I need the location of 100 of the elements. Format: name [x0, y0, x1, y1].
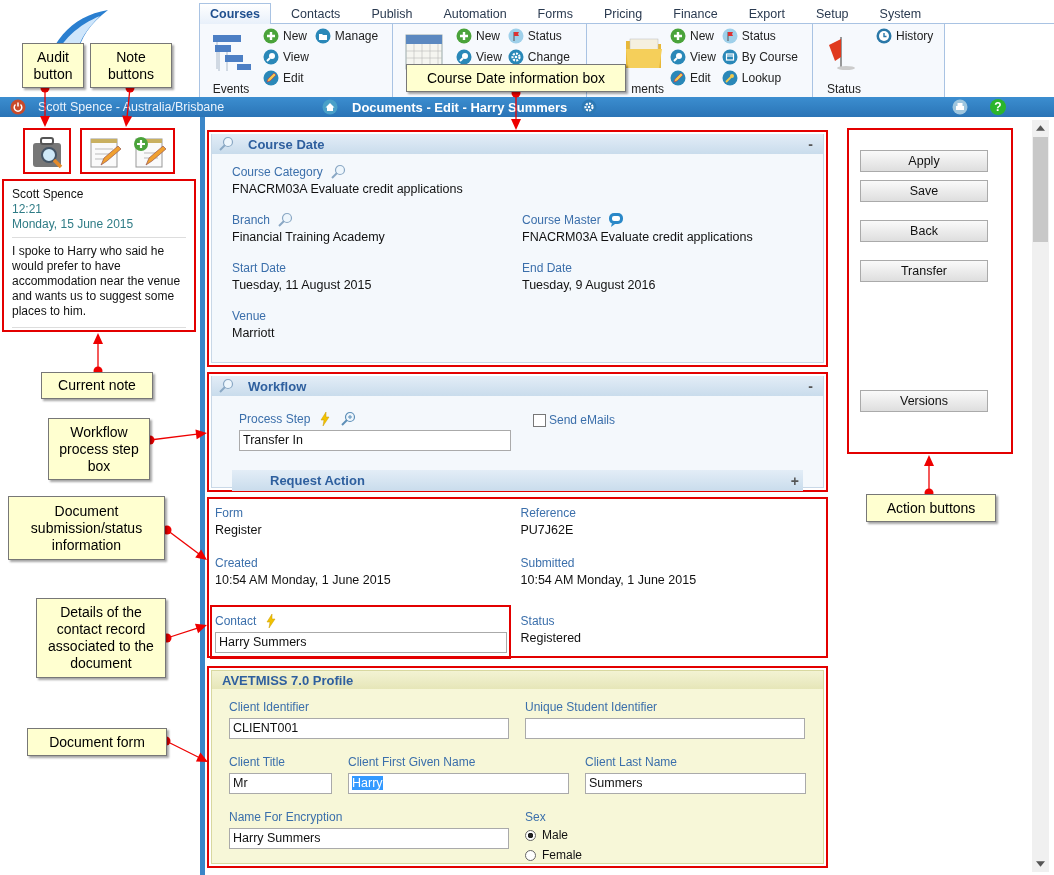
- field-value: FNACRM03A Evaluate credit applications: [522, 230, 754, 244]
- ribbon-large-button[interactable]: Status: [816, 25, 872, 96]
- calendar-icon: [721, 48, 738, 65]
- field-value: Register: [215, 523, 263, 537]
- ribbon-tab[interactable]: Automation: [432, 3, 518, 23]
- scroll-up-icon[interactable]: [1036, 125, 1045, 131]
- field-value: Tuesday, 11 August 2015: [232, 278, 373, 292]
- field-label: Process Step: [239, 412, 311, 426]
- callout-tooltip: Course Date information box: [406, 64, 626, 92]
- action-button[interactable]: Apply: [860, 150, 988, 172]
- collapse-button[interactable]: -: [804, 378, 817, 394]
- checkbox-label: Send eMails: [549, 413, 616, 427]
- field-label: Client First Given Name: [348, 755, 476, 769]
- ribbon-button[interactable]: Status: [505, 25, 572, 46]
- ribbon-tab[interactable]: Export: [737, 3, 796, 23]
- search-icon: [263, 48, 279, 65]
- field-label: Course Master: [522, 213, 601, 227]
- input-field[interactable]: Harry Summers: [215, 632, 507, 653]
- scroll-down-icon[interactable]: [1036, 861, 1045, 867]
- callout-tooltip: Current note: [41, 372, 153, 399]
- ribbon-tab[interactable]: Forms: [526, 3, 585, 23]
- print-button[interactable]: [952, 99, 968, 115]
- ribbon-tab[interactable]: Contacts: [280, 3, 352, 23]
- ribbon-tab[interactable]: Publish: [360, 3, 424, 23]
- home-button[interactable]: [322, 99, 338, 115]
- scrollbar[interactable]: [1032, 120, 1049, 872]
- input-field[interactable]: [525, 718, 805, 739]
- ribbon-button[interactable]: Edit: [261, 67, 311, 88]
- ribbon-button[interactable]: Edit: [668, 67, 718, 88]
- field-value: 10:54 AM Monday, 1 June 2015: [215, 573, 392, 587]
- radio-button[interactable]: [525, 829, 536, 841]
- ribbon-button[interactable]: New: [261, 25, 311, 46]
- callout-tooltip: Action buttons: [866, 494, 996, 522]
- field-label: Client Identifier: [229, 700, 310, 714]
- ribbon-button[interactable]: History: [874, 25, 936, 46]
- search-icon: [218, 136, 234, 152]
- field-label: Reference: [520, 506, 576, 520]
- input-field[interactable]: Summers: [585, 773, 806, 794]
- settings-button[interactable]: [581, 99, 598, 115]
- ribbon-button[interactable]: View: [668, 46, 718, 67]
- radio-button[interactable]: [525, 849, 536, 861]
- ribbon-tab[interactable]: Setup: [804, 3, 860, 23]
- key-icon: [721, 69, 738, 86]
- ribbon-button[interactable]: By Course: [719, 46, 800, 67]
- ribbon-button[interactable]: New: [454, 25, 504, 46]
- ribbon-button[interactable]: Manage: [312, 25, 381, 46]
- section-title: AVETMISS 7.0 Profile: [222, 672, 354, 688]
- plus-icon: [263, 27, 279, 44]
- action-button[interactable]: Transfer: [860, 260, 988, 282]
- field-label: Client Title: [229, 755, 286, 769]
- checkbox[interactable]: [533, 413, 546, 427]
- settings-icon: [507, 48, 524, 65]
- input-field[interactable]: CLIENT001: [229, 718, 509, 739]
- subsection-title: Request Action: [270, 473, 365, 488]
- radio-label: Female: [542, 848, 582, 862]
- scrollbar-thumb[interactable]: [1033, 137, 1048, 242]
- action-button[interactable]: Back: [860, 220, 988, 242]
- plus-icon: [670, 27, 686, 44]
- expand-button[interactable]: +: [786, 472, 803, 489]
- action-button[interactable]: Versions: [860, 390, 988, 412]
- action-button[interactable]: Save: [860, 180, 988, 202]
- field-label: Status: [520, 614, 555, 628]
- callout-tooltip: Details of the contact record associated to the document: [36, 598, 166, 678]
- callout-tooltip: Document submission/status information: [8, 496, 165, 560]
- note-author: Scott Spence: [12, 187, 85, 202]
- pencil-icon: [670, 69, 686, 86]
- power-icon: [10, 99, 26, 115]
- field-value: 10:54 AM Monday, 1 June 2015: [520, 573, 698, 587]
- zoom-in-icon: [340, 411, 357, 427]
- ribbon-button[interactable]: Status: [719, 25, 800, 46]
- note-text: I spoke to Harry who said he would prefer to have accommodation near the venue and wants us to suggest some places to him.: [12, 244, 182, 319]
- callout-tooltip: Workflow process step box: [48, 418, 150, 480]
- ribbon-button[interactable]: View: [261, 46, 311, 67]
- field-value: Marriott: [232, 326, 276, 340]
- radio-label: Male: [542, 828, 568, 842]
- ribbon-tab[interactable]: Pricing: [593, 3, 654, 23]
- ribbon-button[interactable]: Lookup: [719, 67, 800, 88]
- callout-tooltip: Note buttons: [90, 43, 172, 88]
- flag-icon: [507, 27, 524, 44]
- search-icon: [670, 48, 686, 65]
- section-title: Workflow: [248, 378, 307, 394]
- field-label: Unique Student Identifier: [525, 700, 658, 714]
- ribbon-tab[interactable]: Courses: [199, 3, 272, 24]
- collapse-button[interactable]: -: [804, 136, 817, 152]
- field-value: PU7J62E: [520, 523, 575, 537]
- search-icon: [277, 212, 294, 228]
- field-label: Venue: [232, 309, 267, 323]
- ribbon-button[interactable]: New: [668, 25, 718, 46]
- ribbon-tab[interactable]: Finance: [662, 3, 729, 23]
- input-field[interactable]: Mr: [229, 773, 332, 794]
- field-value: Registered: [520, 631, 583, 645]
- section-title: Course Date: [248, 136, 325, 152]
- input-field[interactable]: Harry Summers: [229, 828, 509, 849]
- logout-button[interactable]: [10, 99, 26, 115]
- plus-icon: [456, 27, 472, 44]
- input-field[interactable]: Transfer In: [239, 430, 511, 451]
- ribbon-large-button[interactable]: Events: [203, 25, 259, 96]
- ribbon-tab[interactable]: System: [868, 3, 933, 23]
- field-label: Start Date: [232, 261, 287, 275]
- search-icon: [456, 48, 472, 65]
